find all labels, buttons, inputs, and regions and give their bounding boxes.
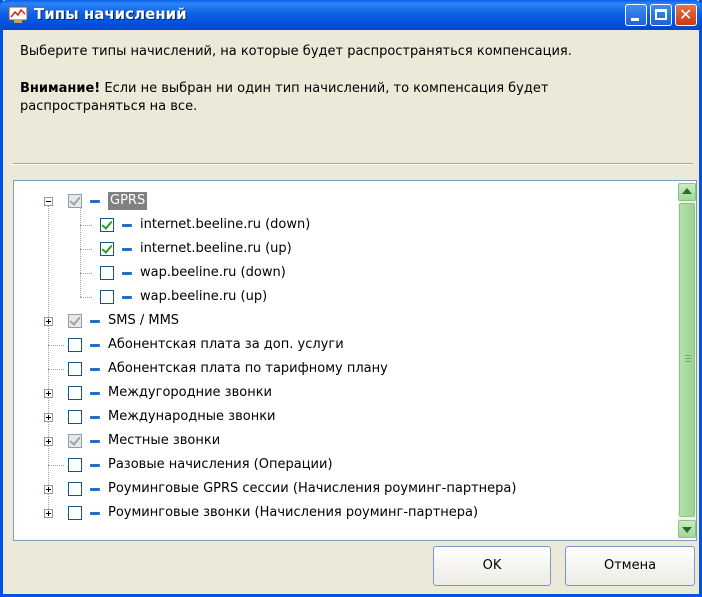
tree-row[interactable]: GPRS (14, 189, 674, 213)
maximize-button[interactable] (650, 4, 672, 26)
tree-connector (48, 465, 64, 466)
expand-icon[interactable] (44, 317, 53, 326)
expand-icon[interactable] (44, 509, 53, 518)
item-type-icon (90, 464, 100, 467)
tree-row[interactable]: Роуминговые звонки (Начисления роуминг-п… (14, 501, 674, 525)
tree-checkbox[interactable] (100, 218, 114, 232)
tree-item-label[interactable]: internet.beeline.ru (up) (140, 240, 292, 258)
tree-checkbox[interactable] (100, 242, 114, 256)
description-text: Выберите типы начислений, на которые буд… (20, 43, 695, 60)
item-type-icon (90, 200, 100, 203)
tree-row[interactable]: internet.beeline.ru (up) (14, 237, 674, 261)
tree-item-label[interactable]: Роуминговые GPRS сессии (Начисления роум… (108, 480, 516, 498)
ok-button[interactable]: OK (433, 546, 551, 586)
tree-connector (80, 225, 92, 226)
tree-row[interactable]: Разовые начисления (Операции) (14, 453, 674, 477)
tree-row[interactable]: Роуминговые GPRS сессии (Начисления роум… (14, 477, 674, 501)
tree-checkbox[interactable] (68, 482, 82, 496)
tree-item-label[interactable]: GPRS (108, 192, 148, 210)
item-type-icon (90, 488, 100, 491)
tree-row[interactable]: internet.beeline.ru (down) (14, 213, 674, 237)
item-type-icon (90, 368, 100, 371)
tree-row[interactable]: Местные звонки (14, 429, 674, 453)
tree-item-label[interactable]: Разовые начисления (Операции) (108, 456, 333, 474)
tree-item-label[interactable]: Междугородние звонки (108, 384, 272, 402)
tree-row[interactable]: wap.beeline.ru (up) (14, 285, 674, 309)
item-type-icon (90, 440, 100, 443)
charge-types-tree[interactable]: GPRS internet.beeline.ru (down) internet.b… (13, 180, 697, 541)
tree-item-label[interactable]: Абонентская плата по тарифному плану (108, 360, 388, 378)
tree-row[interactable]: Абонентская плата за доп. услуги (14, 333, 674, 357)
expand-icon[interactable] (44, 437, 53, 446)
close-icon: ✕ (679, 5, 693, 24)
item-type-icon (90, 416, 100, 419)
tree-checkbox[interactable] (100, 266, 114, 280)
tree-checkbox[interactable] (68, 386, 82, 400)
warning-label: Внимание! (20, 81, 101, 96)
tree-item-label[interactable]: Местные звонки (108, 432, 220, 450)
tree-row[interactable]: Абонентская плата по тарифному плану (14, 357, 674, 381)
item-type-icon (122, 224, 132, 227)
expand-icon[interactable] (44, 389, 53, 398)
dialog-window: Типы начислений ✕ Выберите типы начислен… (0, 0, 702, 597)
tree-checkbox[interactable] (68, 314, 82, 328)
tree-item-label[interactable]: wap.beeline.ru (up) (140, 288, 267, 306)
warning-text: Внимание! Если не выбран ни один тип нач… (20, 80, 680, 116)
window-title: Типы начислений (34, 5, 187, 23)
maximize-icon (655, 9, 667, 20)
tree-row[interactable]: SMS / MMS (14, 309, 674, 333)
arrow-down-icon (682, 527, 692, 533)
tree-row[interactable]: Междугородние звонки (14, 381, 674, 405)
title-bar[interactable]: Типы начислений ✕ (0, 0, 702, 30)
tree-row[interactable]: Международные звонки (14, 405, 674, 429)
item-type-icon (90, 512, 100, 515)
tree-connector (80, 249, 92, 250)
grip-line (685, 361, 691, 362)
vertical-scrollbar[interactable] (678, 183, 696, 538)
scroll-down-button[interactable] (678, 520, 696, 538)
tree-item-label[interactable]: internet.beeline.ru (down) (140, 216, 310, 234)
warning-line-1: Если не выбран ни один тип начислений, т… (100, 81, 549, 96)
item-type-icon (90, 320, 100, 323)
tree-connector (80, 273, 92, 274)
tree-item-label[interactable]: Международные звонки (108, 408, 276, 426)
tree-connector (48, 345, 64, 346)
scroll-thumb[interactable] (679, 203, 695, 517)
scroll-up-button[interactable] (678, 183, 696, 201)
expand-icon[interactable] (44, 413, 53, 422)
tree-item-label[interactable]: Роуминговые звонки (Начисления роуминг-п… (108, 504, 478, 522)
tree-checkbox[interactable] (68, 410, 82, 424)
grip-line (685, 355, 691, 356)
minimize-button[interactable] (625, 4, 647, 26)
tree-checkbox[interactable] (68, 362, 82, 376)
tree-checkbox[interactable] (100, 290, 114, 304)
expand-icon[interactable] (44, 485, 53, 494)
tree-checkbox[interactable] (68, 194, 82, 208)
item-type-icon (90, 392, 100, 395)
cancel-button[interactable]: Отмена (565, 546, 695, 586)
tree-row[interactable]: wap.beeline.ru (down) (14, 261, 674, 285)
tree-connector (48, 369, 64, 370)
warning-line-2: распространяться на все. (20, 99, 198, 114)
tree-item-label[interactable]: Абонентская плата за доп. услуги (108, 336, 344, 354)
close-button[interactable]: ✕ (675, 4, 697, 26)
item-type-icon (122, 296, 132, 299)
item-type-icon (90, 344, 100, 347)
chart-app-icon (8, 6, 28, 23)
tree-checkbox[interactable] (68, 434, 82, 448)
tree-item-label[interactable]: wap.beeline.ru (down) (140, 264, 286, 282)
description-line: Выберите типы начислений, на которые буд… (20, 44, 572, 59)
item-type-icon (122, 272, 132, 275)
tree-checkbox[interactable] (68, 338, 82, 352)
tree-checkbox[interactable] (68, 506, 82, 520)
arrow-up-icon (682, 188, 692, 194)
item-type-icon (122, 248, 132, 251)
tree-checkbox[interactable] (68, 458, 82, 472)
grip-line (685, 358, 691, 359)
tree-connector (80, 297, 92, 298)
minimize-icon (631, 18, 639, 21)
tree-item-label[interactable]: SMS / MMS (108, 312, 179, 330)
collapse-icon[interactable] (44, 197, 53, 206)
separator (13, 163, 693, 165)
